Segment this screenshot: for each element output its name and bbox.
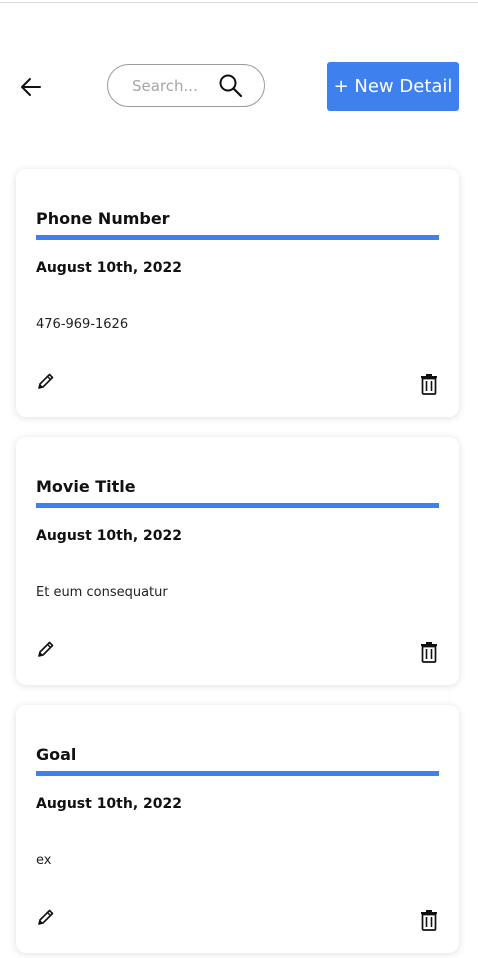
- pencil-icon: [38, 909, 54, 925]
- header-bar: + New Detail: [0, 0, 478, 150]
- trash-icon: [421, 374, 437, 395]
- card-value: 476-969-1626: [36, 317, 129, 332]
- card-title-underline: [36, 503, 439, 508]
- back-button[interactable]: [16, 72, 46, 102]
- search-icon[interactable]: [218, 73, 244, 99]
- card-title-underline: [36, 771, 439, 776]
- card-value: Et eum consequatur: [36, 585, 168, 600]
- edit-button[interactable]: [34, 637, 58, 661]
- card-date: August 10th, 2022: [36, 260, 182, 276]
- card-title: Goal: [36, 745, 77, 764]
- detail-card: Movie Title August 10th, 2022 Et eum con…: [16, 437, 459, 685]
- detail-card: Phone Number August 10th, 2022 476-969-1…: [16, 169, 459, 417]
- search-box[interactable]: [107, 64, 265, 107]
- detail-card: Goal August 10th, 2022 ex: [16, 705, 459, 953]
- card-title-underline: [36, 235, 439, 240]
- trash-icon: [421, 910, 437, 931]
- edit-button[interactable]: [34, 369, 58, 393]
- new-detail-button[interactable]: + New Detail: [327, 62, 459, 111]
- card-date: August 10th, 2022: [36, 528, 182, 544]
- pencil-icon: [38, 373, 54, 389]
- pencil-icon: [38, 641, 54, 657]
- trash-icon: [421, 642, 437, 663]
- card-value: ex: [36, 853, 52, 868]
- card-title: Movie Title: [36, 477, 136, 496]
- card-title: Phone Number: [36, 209, 170, 228]
- arrow-left-icon: [21, 78, 41, 96]
- delete-button[interactable]: [417, 907, 441, 933]
- card-date: August 10th, 2022: [36, 796, 182, 812]
- search-input[interactable]: [130, 75, 214, 96]
- edit-button[interactable]: [34, 905, 58, 929]
- delete-button[interactable]: [417, 371, 441, 397]
- delete-button[interactable]: [417, 639, 441, 665]
